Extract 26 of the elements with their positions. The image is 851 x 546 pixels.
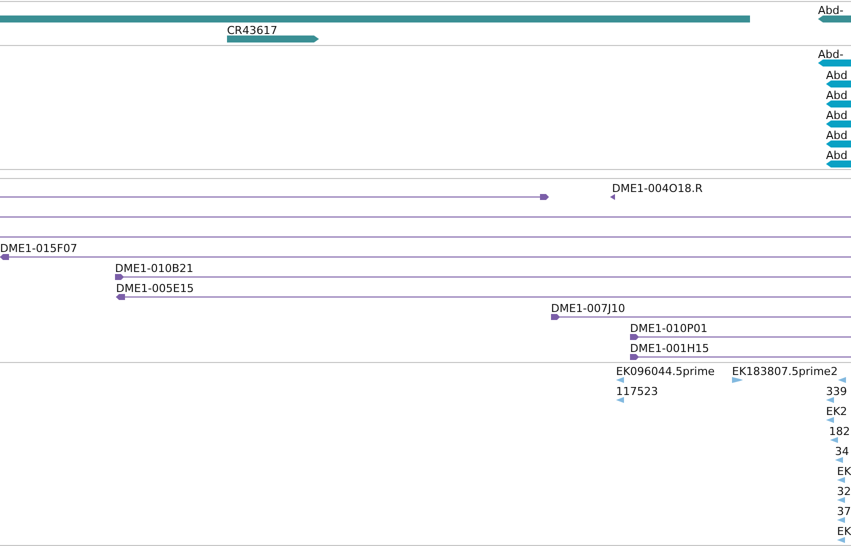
feature-label: EK096044.5prime bbox=[616, 365, 715, 378]
feature-label: CR43617 bbox=[227, 24, 278, 37]
feature-label: EK2 bbox=[826, 405, 848, 418]
feature-label: Abd bbox=[826, 149, 848, 162]
feature-label: DME1-004O18.R bbox=[612, 182, 703, 195]
feature-label: EK bbox=[837, 525, 851, 538]
feature-label: 339 bbox=[826, 385, 847, 398]
feature-label: 32 bbox=[837, 485, 851, 498]
feature-label: 34 bbox=[835, 445, 849, 458]
feature-label: DME1-005E15 bbox=[116, 282, 194, 295]
feature-label: 182 bbox=[829, 425, 850, 438]
feature-label: Abd bbox=[826, 89, 848, 102]
feature-label: Abd- bbox=[818, 48, 844, 61]
feature-label: DME1-015F07 bbox=[0, 242, 78, 255]
feature-label: Abd bbox=[826, 109, 848, 122]
feature-label: DME1-007J10 bbox=[551, 302, 626, 315]
feature-label: 37 bbox=[837, 505, 851, 518]
feature-label: DME1-010P01 bbox=[630, 322, 708, 335]
feature-label: DME1-001H15 bbox=[630, 342, 710, 355]
feature-label: DME1-010B21 bbox=[115, 262, 194, 275]
feature-label: Abd- bbox=[818, 4, 844, 17]
feature-label: EK183807.5prime2 bbox=[732, 365, 838, 378]
feature-label: Abd bbox=[826, 69, 848, 82]
feature-label: 117523 bbox=[616, 385, 658, 398]
feature-label: Abd bbox=[826, 129, 848, 142]
feature-label: EK bbox=[837, 465, 851, 478]
